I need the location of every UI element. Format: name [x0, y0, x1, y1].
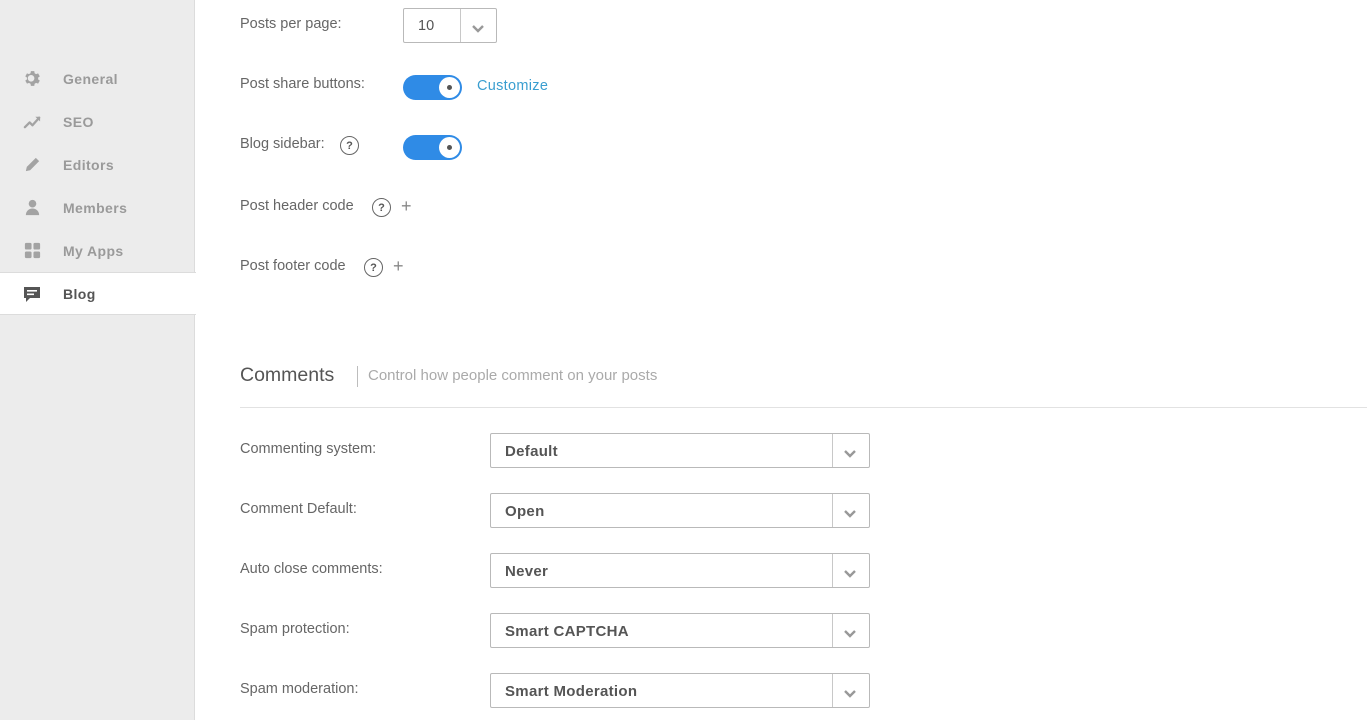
spam-moderation-label: Spam moderation:: [240, 681, 359, 697]
posts-per-page-label: Posts per page:: [240, 16, 342, 32]
select-divider: [832, 434, 833, 467]
select-divider: [832, 554, 833, 587]
sidebar-item-label: Editors: [63, 156, 115, 173]
section-divider: [240, 407, 1367, 408]
customize-link[interactable]: Customize: [477, 78, 548, 94]
sidebar-item-label: SEO: [63, 113, 94, 130]
spam-protection-label: Spam protection:: [240, 621, 350, 637]
blog-sidebar-label: Blog sidebar:: [240, 136, 325, 152]
grid-icon: [22, 241, 42, 261]
sidebar-item-blog[interactable]: Blog: [0, 272, 196, 315]
add-header-code-icon[interactable]: +: [401, 197, 412, 215]
posts-per-page-value: 10: [418, 18, 435, 34]
select-divider: [460, 9, 461, 42]
person-icon: [22, 198, 42, 218]
sidebar-item-label: General: [63, 70, 118, 87]
chevron-down-icon: [843, 566, 857, 584]
chevron-down-icon: [843, 626, 857, 644]
sidebar-item-general[interactable]: General: [0, 57, 195, 100]
comment-default-select[interactable]: Open: [490, 493, 870, 528]
chevron-down-icon: [843, 506, 857, 524]
select-divider: [832, 494, 833, 527]
select-divider: [832, 674, 833, 707]
blog-sidebar-toggle[interactable]: [403, 135, 462, 160]
select-value: Default: [505, 443, 558, 460]
select-divider: [832, 614, 833, 647]
toggle-knob: [439, 77, 460, 98]
title-divider: [357, 366, 358, 387]
comment-icon: [22, 284, 42, 304]
add-footer-code-icon[interactable]: +: [393, 257, 404, 275]
help-icon[interactable]: ?: [364, 258, 383, 277]
posts-per-page-select[interactable]: 10: [403, 8, 497, 43]
sidebar-item-label: Members: [63, 199, 128, 216]
chevron-down-icon: [471, 21, 485, 39]
sidebar-item-label: Blog: [63, 285, 96, 302]
toggle-knob: [439, 137, 460, 158]
comments-section-title: Comments: [240, 364, 335, 386]
post-footer-code-label: Post footer code: [240, 258, 346, 274]
sidebar: General SEO Editors Members My Apps Blog: [0, 0, 196, 720]
comment-default-label: Comment Default:: [240, 501, 357, 517]
select-value: Smart CAPTCHA: [505, 623, 629, 640]
pencil-icon: [22, 155, 42, 175]
help-icon[interactable]: ?: [340, 136, 359, 155]
sidebar-item-editors[interactable]: Editors: [0, 143, 195, 186]
post-header-code-label: Post header code: [240, 198, 354, 214]
sidebar-item-members[interactable]: Members: [0, 186, 195, 229]
select-value: Open: [505, 503, 545, 520]
commenting-system-label: Commenting system:: [240, 441, 377, 457]
comments-section-subtitle: Control how people comment on your posts: [368, 367, 658, 384]
auto-close-comments-label: Auto close comments:: [240, 561, 383, 577]
commenting-system-select[interactable]: Default: [490, 433, 870, 468]
select-value: Never: [505, 563, 549, 580]
sidebar-item-label: My Apps: [63, 242, 124, 259]
spam-moderation-select[interactable]: Smart Moderation: [490, 673, 870, 708]
share-buttons-label: Post share buttons:: [240, 76, 365, 92]
gear-icon: [22, 69, 42, 89]
sidebar-item-my-apps[interactable]: My Apps: [0, 229, 195, 272]
share-buttons-toggle[interactable]: [403, 75, 462, 100]
chevron-down-icon: [843, 446, 857, 464]
chevron-down-icon: [843, 686, 857, 704]
trend-icon: [22, 112, 42, 132]
sidebar-item-seo[interactable]: SEO: [0, 100, 195, 143]
auto-close-comments-select[interactable]: Never: [490, 553, 870, 588]
select-value: Smart Moderation: [505, 683, 638, 700]
help-icon[interactable]: ?: [372, 198, 391, 217]
spam-protection-select[interactable]: Smart CAPTCHA: [490, 613, 870, 648]
